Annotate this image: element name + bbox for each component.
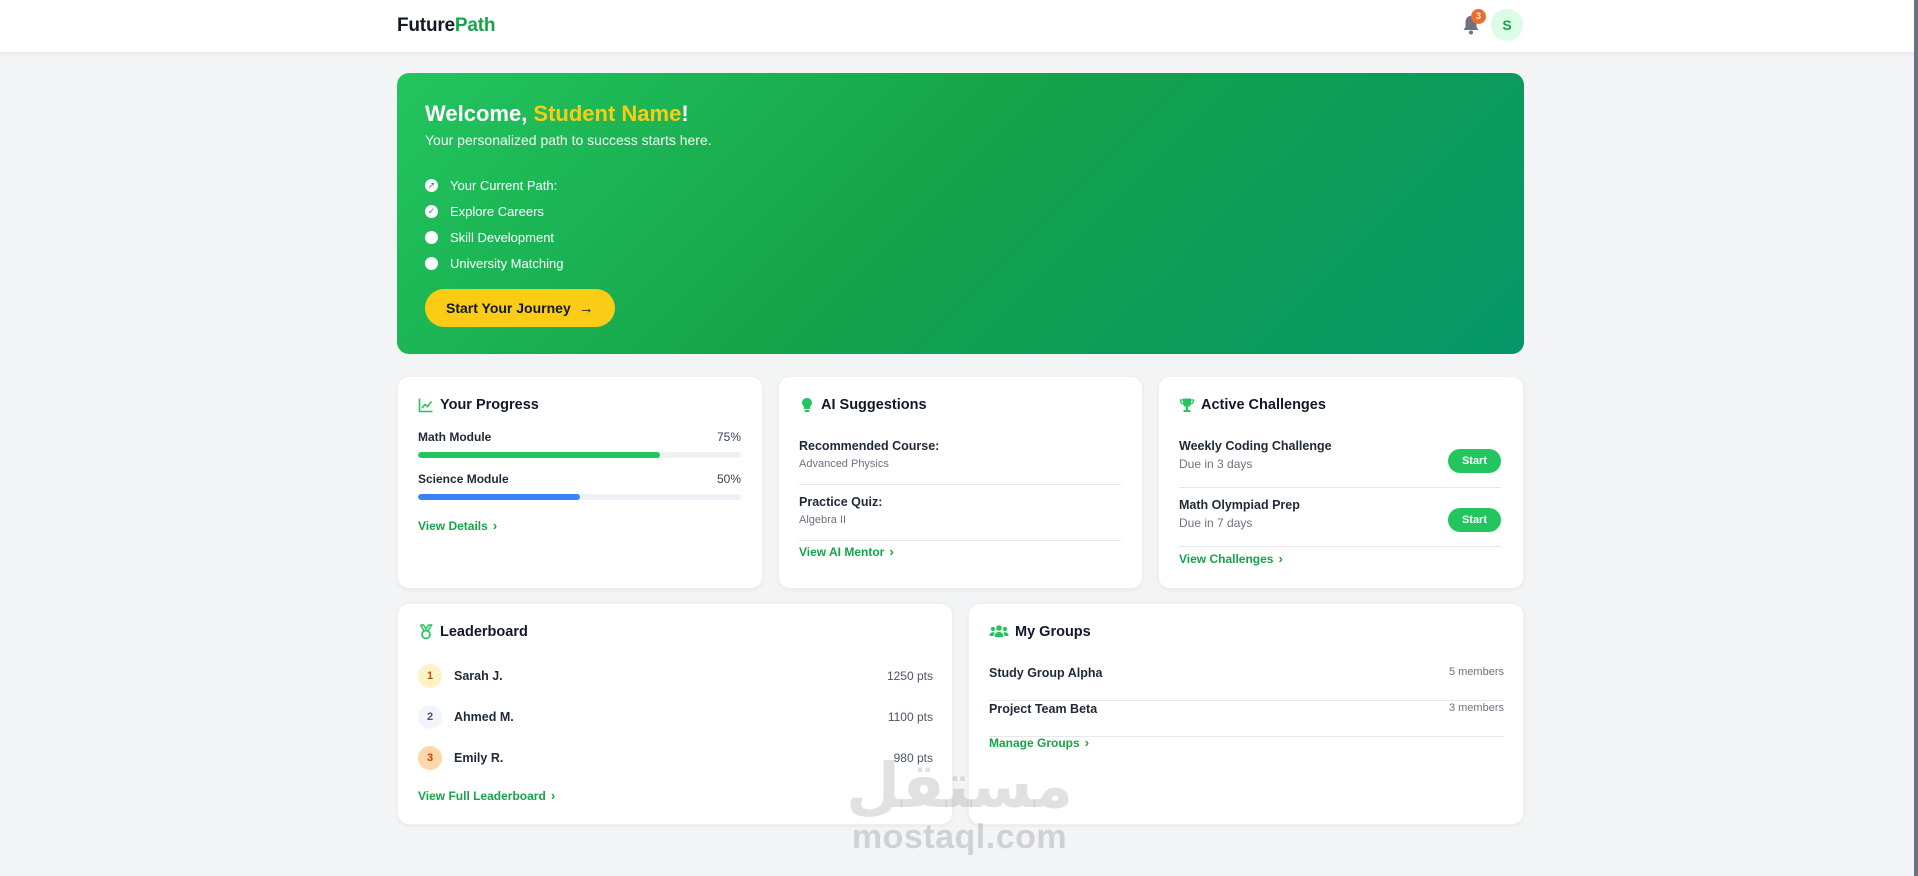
chevron-right-icon: › — [550, 788, 556, 803]
welcome-heading: Welcome, Student Name! — [425, 101, 689, 127]
path-step-label: Explore Careers — [450, 203, 544, 219]
progress-bar-fill — [418, 494, 580, 500]
progress-item: Math Module 75% — [418, 430, 741, 458]
user-avatar[interactable]: S — [1491, 9, 1523, 41]
suggestion-value: Algebra II — [799, 514, 847, 526]
path-step: Skill Development — [425, 224, 563, 250]
notification-badge: 3 — [1471, 9, 1486, 24]
view-ai-mentor-label: View AI Mentor — [799, 544, 885, 559]
trophy-icon — [1179, 397, 1195, 413]
active-challenges-card: Active Challenges Weekly Coding Challeng… — [1158, 376, 1524, 589]
progress-item: Science Module 50% — [418, 472, 741, 500]
path-step-label: Skill Development — [450, 229, 555, 245]
group-name: Study Group Alpha — [989, 666, 1103, 680]
top-navbar: FuturePath 3 S — [0, 0, 1918, 53]
welcome-subtitle: Your personalized path to success starts… — [425, 132, 712, 148]
progress-card-title: Your Progress — [418, 397, 539, 413]
start-challenge-button[interactable]: Start — [1447, 508, 1501, 532]
check-circle-icon: ✓ — [425, 204, 438, 218]
chevron-right-icon: › — [492, 518, 498, 533]
leaderboard-title: Leaderboard — [418, 624, 528, 640]
group-members: 5 members — [1448, 666, 1504, 678]
logo-part-path: Path — [454, 15, 496, 36]
start-journey-button[interactable]: Start Your Journey → — [425, 289, 615, 327]
group-name: Project Team Beta — [989, 702, 1098, 716]
progress-item-label: Science Module — [418, 472, 509, 486]
progress-item-percent: 50% — [716, 472, 741, 486]
group-row[interactable]: Project Team Beta 3 members — [989, 702, 1504, 737]
suggestion-label: Practice Quiz: — [799, 495, 883, 509]
my-groups-title: My Groups — [989, 624, 1091, 640]
leaderboard-row[interactable]: 1 Sarah J. 1250 pts — [418, 664, 933, 688]
welcome-prefix: Welcome, — [425, 101, 534, 126]
rank-badge: 3 — [418, 746, 442, 770]
circle-icon — [425, 230, 438, 244]
users-icon — [989, 624, 1009, 640]
path-step: ➚ Your Current Path: — [425, 172, 563, 198]
challenge-item: Weekly Coding Challenge Due in 3 days St… — [1179, 439, 1501, 488]
path-step: ✓ Explore Careers — [425, 198, 563, 224]
welcome-suffix: ! — [681, 101, 689, 126]
leaderboard-points: 1100 pts — [887, 710, 933, 724]
path-steps-list: ➚ Your Current Path: ✓ Explore Careers S… — [425, 172, 563, 276]
progress-bar-track — [418, 494, 741, 500]
compass-icon: ➚ — [425, 178, 438, 192]
suggestion-value: Advanced Physics — [799, 458, 889, 470]
progress-bar-track — [418, 452, 741, 458]
leaderboard-name: Sarah J. — [454, 669, 503, 683]
leaderboard-name: Emily R. — [454, 751, 504, 765]
progress-item-label: Math Module — [418, 430, 492, 444]
progress-card: Your Progress Math Module 75% Science Mo… — [397, 376, 763, 589]
rank-badge: 1 — [418, 664, 442, 688]
my-groups-title-text: My Groups — [1015, 624, 1091, 640]
ai-suggestions-title-text: AI Suggestions — [821, 397, 927, 413]
ai-suggestions-title: AI Suggestions — [799, 397, 927, 413]
leaderboard-row[interactable]: 2 Ahmed M. 1100 pts — [418, 705, 933, 729]
logo-part-future: Future — [397, 15, 455, 36]
ai-suggestions-card: AI Suggestions Recommended Course: Advan… — [778, 376, 1143, 589]
group-row[interactable]: Study Group Alpha 5 members — [989, 666, 1504, 701]
view-ai-mentor-link[interactable]: View AI Mentor › — [799, 544, 894, 559]
challenge-item: Math Olympiad Prep Due in 7 days Start — [1179, 498, 1501, 547]
path-step-label: Your Current Path: — [450, 177, 558, 193]
circle-icon — [425, 256, 438, 270]
view-challenges-label: View Challenges — [1179, 551, 1274, 566]
chevron-right-icon: › — [1278, 551, 1283, 566]
active-challenges-title: Active Challenges — [1179, 397, 1326, 413]
suggestion-item[interactable]: Recommended Course: Advanced Physics — [799, 439, 1121, 485]
rank-badge: 2 — [418, 705, 442, 729]
group-members: 3 members — [1448, 702, 1504, 714]
chart-line-icon — [418, 397, 434, 413]
active-challenges-title-text: Active Challenges — [1201, 397, 1326, 413]
leaderboard-title-text: Leaderboard — [440, 624, 528, 640]
path-step: University Matching — [425, 250, 563, 276]
start-journey-label: Start Your Journey — [446, 300, 571, 316]
welcome-hero: Welcome, Student Name! Your personalized… — [397, 73, 1524, 354]
view-full-leaderboard-link[interactable]: View Full Leaderboard › — [418, 788, 555, 803]
lightbulb-icon — [799, 397, 815, 413]
start-challenge-button[interactable]: Start — [1447, 449, 1501, 473]
app-logo[interactable]: FuturePath — [397, 15, 495, 37]
view-details-label: View Details — [418, 518, 488, 533]
view-full-leaderboard-label: View Full Leaderboard — [418, 788, 546, 803]
path-step-label: University Matching — [450, 255, 564, 271]
watermark-text: mostaql.com — [851, 818, 1068, 856]
chevron-right-icon: › — [1084, 735, 1090, 750]
chevron-right-icon: › — [889, 544, 894, 559]
suggestion-item[interactable]: Practice Quiz: Algebra II — [799, 495, 1121, 541]
suggestion-label: Recommended Course: — [799, 439, 940, 453]
leaderboard-points: 1250 pts — [886, 669, 933, 683]
watermark-logo: مستقل — [846, 751, 1073, 821]
medal-icon — [418, 624, 434, 640]
view-challenges-link[interactable]: View Challenges › — [1179, 551, 1283, 566]
view-details-link[interactable]: View Details › — [418, 518, 497, 533]
progress-item-percent: 75% — [716, 430, 741, 444]
progress-bar-fill — [418, 452, 661, 458]
arrow-right-icon: → — [578, 299, 594, 317]
student-name: Student Name — [533, 101, 682, 126]
leaderboard-name: Ahmed M. — [454, 710, 514, 724]
scrollbar[interactable] — [1914, 0, 1918, 876]
progress-title-text: Your Progress — [440, 397, 539, 413]
